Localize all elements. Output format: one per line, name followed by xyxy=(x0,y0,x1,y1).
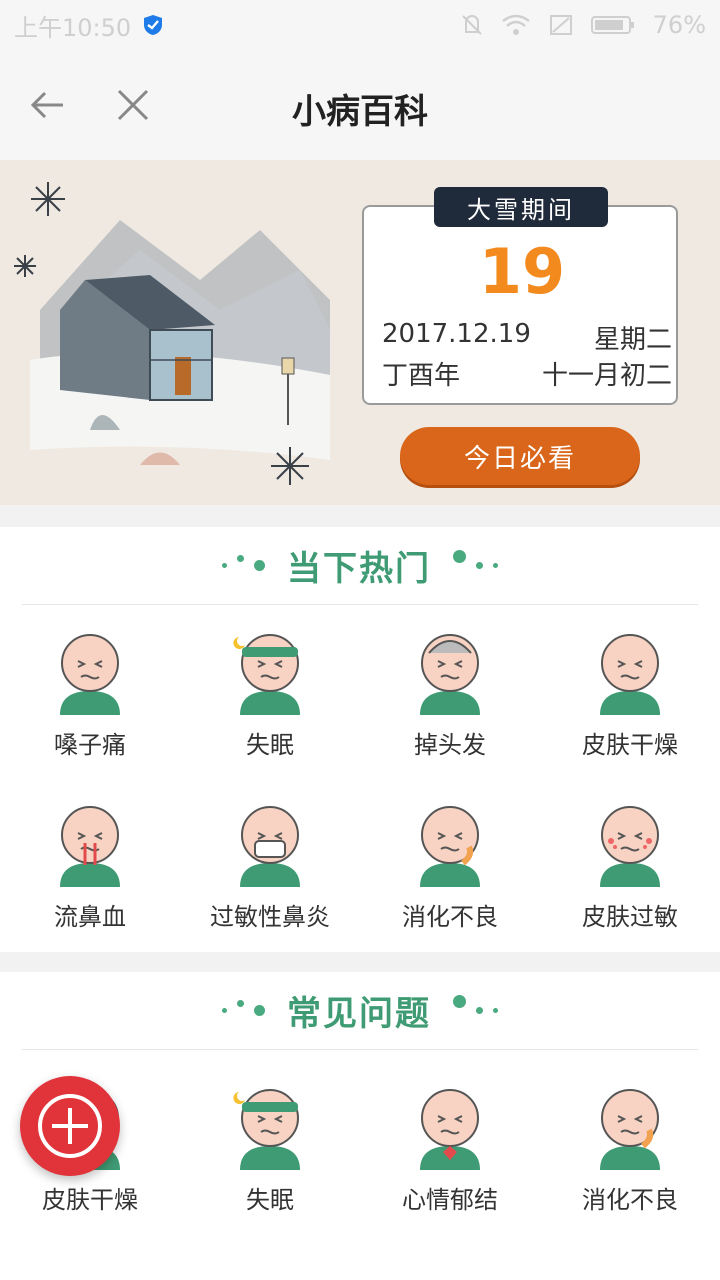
shield-icon xyxy=(144,15,163,35)
page-title: 小病百科 xyxy=(292,92,428,132)
allergic-rhinitis-icon xyxy=(240,806,300,887)
symptom-label: 皮肤干燥 xyxy=(42,1186,138,1214)
indigestion-icon xyxy=(420,806,480,887)
dry-skin-icon xyxy=(600,634,660,715)
symptom-label: 皮肤干燥 xyxy=(582,731,678,759)
symptom-item[interactable]: 过敏性鼻炎 xyxy=(180,797,360,932)
section-header: 常见问题 xyxy=(22,972,698,1050)
status-time: 上午10:50 xyxy=(14,13,132,42)
symptom-item[interactable]: 消化不良 xyxy=(540,1080,720,1215)
calendar-year-name: 丁酉年 xyxy=(382,361,461,391)
add-fab-button[interactable] xyxy=(20,1076,120,1176)
calendar-weekday: 星期二 xyxy=(593,325,672,355)
sore-throat-icon xyxy=(60,634,120,715)
insomnia-icon xyxy=(233,634,300,715)
symptom-item[interactable]: 失眠 xyxy=(180,1080,360,1215)
battery-icon xyxy=(590,16,634,34)
calendar-lunar-date: 十一月初二 xyxy=(541,361,672,391)
wifi-icon xyxy=(501,14,530,35)
symptom-item[interactable]: 嗓子痛 xyxy=(0,625,180,760)
symptom-item[interactable]: 皮肤干燥 xyxy=(540,625,720,760)
insomnia-icon xyxy=(233,1089,300,1170)
plus-icon xyxy=(38,1094,102,1158)
calendar-banner[interactable]: 大雪期间 19 2017.12.19 星期二 丁酉年 十一月初二 今日必看 xyxy=(0,160,720,505)
symptom-item[interactable]: 消化不良 xyxy=(360,797,540,932)
hair-loss-icon xyxy=(420,634,480,715)
depressed-icon xyxy=(420,1089,480,1170)
top-navigation: 小病百科 xyxy=(0,50,720,160)
decor-dots-left xyxy=(222,1000,265,1021)
section-title: 当下热门 xyxy=(287,549,431,589)
solar-term-tag: 大雪期间 xyxy=(434,187,608,227)
symptom-label: 心情郁结 xyxy=(402,1186,498,1214)
symptom-item[interactable]: 皮肤过敏 xyxy=(540,797,720,932)
silent-icon xyxy=(461,15,482,35)
winter-house-illustration xyxy=(14,182,330,485)
indigestion-icon xyxy=(600,1089,660,1170)
today-must-read-button[interactable]: 今日必看 xyxy=(400,427,640,485)
symptom-label: 失眠 xyxy=(246,731,294,759)
battery-percent: 76% xyxy=(652,11,706,39)
calendar-card: 大雪期间 19 2017.12.19 星期二 丁酉年 十一月初二 xyxy=(362,187,678,405)
calendar-day: 19 xyxy=(478,235,566,308)
section-title: 常见问题 xyxy=(287,994,431,1034)
symptom-label: 过敏性鼻炎 xyxy=(210,903,330,931)
symptom-label: 嗓子痛 xyxy=(54,731,126,759)
symptom-label: 掉头发 xyxy=(414,731,486,759)
symptom-label: 消化不良 xyxy=(582,1186,678,1214)
hot-topics-section: 当下热门 嗓子痛 失眠 掉头发 皮肤干燥流鼻血 过敏性鼻炎 消化不良 皮肤过敏 xyxy=(0,527,720,952)
symptom-item[interactable]: 掉头发 xyxy=(360,625,540,760)
symptom-label: 流鼻血 xyxy=(54,903,126,931)
symptom-item[interactable]: 流鼻血 xyxy=(0,797,180,932)
sim-icon xyxy=(549,15,572,35)
nosebleed-icon xyxy=(60,806,120,887)
symptom-label: 皮肤过敏 xyxy=(582,903,678,931)
symptom-item[interactable]: 失眠 xyxy=(180,625,360,760)
section-header: 当下热门 xyxy=(22,527,698,605)
status-bar: 上午10:50 76% xyxy=(0,0,720,50)
decor-dots-right xyxy=(453,550,498,581)
symptom-label: 失眠 xyxy=(246,1186,294,1214)
calendar-date: 2017.12.19 xyxy=(382,319,531,349)
symptom-label: 消化不良 xyxy=(402,903,498,931)
skin-allergy-icon xyxy=(600,806,660,887)
symptom-item[interactable]: 心情郁结 xyxy=(360,1080,540,1215)
decor-dots-right xyxy=(453,995,498,1026)
decor-dots-left xyxy=(222,555,265,576)
